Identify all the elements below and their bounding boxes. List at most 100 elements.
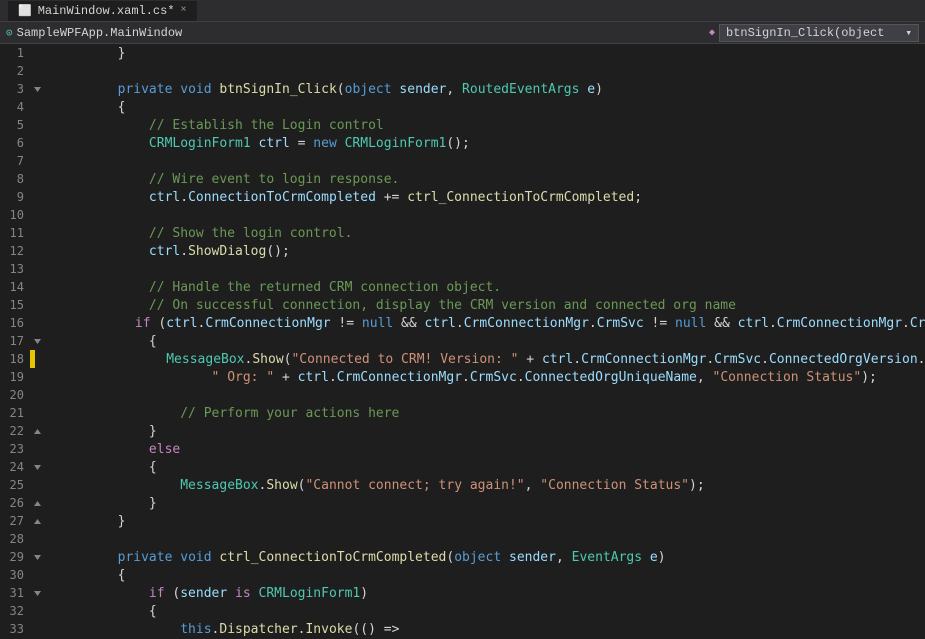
editor-line: 28 bbox=[0, 530, 925, 548]
code-token: ( bbox=[151, 316, 167, 331]
code-token bbox=[579, 82, 587, 97]
fold-icon[interactable] bbox=[30, 494, 44, 512]
tab-close-button[interactable]: × bbox=[181, 5, 187, 16]
fold-icon bbox=[30, 566, 44, 584]
editor-line: 29 private void ctrl_ConnectionToCrmComp… bbox=[0, 548, 925, 566]
code-text: private void ctrl_ConnectionToCrmComplet… bbox=[49, 548, 666, 566]
code-token: object bbox=[454, 550, 501, 565]
code-token: } bbox=[55, 46, 125, 61]
code-text: CRMLoginForm1 ctrl = new CRMLoginForm1()… bbox=[49, 134, 470, 152]
code-token: CRMLoginForm1 bbox=[259, 586, 361, 601]
code-token: ctrl_ConnectionToCrmCompleted bbox=[407, 190, 634, 205]
line-number: 3 bbox=[0, 80, 30, 98]
code-token: + bbox=[274, 370, 297, 385]
code-token: . bbox=[180, 244, 188, 259]
editor-line: 20 bbox=[0, 386, 925, 404]
code-text: } bbox=[49, 512, 125, 530]
code-token: ctrl bbox=[166, 316, 197, 331]
code-token: . bbox=[298, 622, 306, 637]
code-token: if bbox=[55, 586, 165, 601]
line-number: 2 bbox=[0, 62, 30, 80]
code-token: . bbox=[902, 316, 910, 331]
fold-icon[interactable] bbox=[30, 512, 44, 530]
code-text: // Show the login control. bbox=[49, 224, 352, 242]
editor-line: 19 " Org: " + ctrl.CrmConnectionMgr.CrmS… bbox=[0, 368, 925, 386]
line-number: 19 bbox=[0, 368, 30, 386]
fold-icon[interactable] bbox=[30, 458, 44, 476]
editor-line: 3 private void btnSignIn_Click(object se… bbox=[0, 80, 925, 98]
line-number: 5 bbox=[0, 116, 30, 134]
code-token: != bbox=[644, 316, 675, 331]
code-token: ctrl bbox=[542, 352, 573, 367]
editor-line: 11 // Show the login control. bbox=[0, 224, 925, 242]
editor-line: 2 bbox=[0, 62, 925, 80]
nav-breadcrumb-area: ⊙ SampleWPFApp.MainWindow bbox=[6, 26, 705, 40]
title-tab[interactable]: ⬜ MainWindow.xaml.cs* × bbox=[8, 1, 197, 21]
code-token: . bbox=[462, 370, 470, 385]
method-dropdown[interactable]: btnSignIn_Click(object ▾ bbox=[719, 24, 919, 42]
code-text: this.Dispatcher.Invoke(() => bbox=[49, 620, 399, 638]
code-token: ConnectedOrgUniqueName bbox=[525, 370, 697, 385]
code-text: // Perform your actions here bbox=[49, 404, 399, 422]
code-token: } bbox=[55, 424, 157, 439]
code-token: ( bbox=[446, 550, 454, 565]
code-text: { bbox=[49, 332, 157, 350]
code-token: + bbox=[518, 352, 541, 367]
fold-icon[interactable] bbox=[30, 584, 44, 602]
editor-line: 5 // Establish the Login control bbox=[0, 116, 925, 134]
code-text: if (sender is CRMLoginForm1) bbox=[49, 584, 368, 602]
fold-icon[interactable] bbox=[30, 332, 44, 350]
code-token: ( bbox=[337, 82, 345, 97]
code-token: this bbox=[180, 622, 211, 637]
dropdown-arrow-icon: ▾ bbox=[905, 26, 912, 40]
code-token: , bbox=[446, 82, 462, 97]
code-token: ( bbox=[165, 586, 181, 601]
code-text bbox=[49, 62, 55, 80]
code-token: "Connected to CRM! Version: " bbox=[291, 352, 518, 367]
line-number: 30 bbox=[0, 566, 30, 584]
code-token bbox=[55, 622, 180, 637]
code-token: . bbox=[517, 370, 525, 385]
title-bar: ⬜ MainWindow.xaml.cs* × bbox=[0, 0, 925, 22]
editor-line: 26 } bbox=[0, 494, 925, 512]
code-token: { bbox=[55, 460, 157, 475]
code-token: { bbox=[55, 334, 157, 349]
code-token: ) bbox=[360, 586, 368, 601]
code-token: private bbox=[118, 550, 173, 565]
code-token: CrmConnectionMgr bbox=[581, 352, 706, 367]
line-number: 27 bbox=[0, 512, 30, 530]
editor-line: 30 { bbox=[0, 566, 925, 584]
fold-icon bbox=[30, 296, 44, 314]
code-text bbox=[49, 152, 55, 170]
line-number: 32 bbox=[0, 602, 30, 620]
code-token: Show bbox=[266, 478, 297, 493]
code-token bbox=[212, 82, 220, 97]
code-text: MessageBox.Show("Connected to CRM! Versi… bbox=[35, 350, 925, 368]
line-number: 23 bbox=[0, 440, 30, 458]
fold-icon[interactable] bbox=[30, 422, 44, 440]
code-text bbox=[49, 530, 55, 548]
code-token: object bbox=[345, 82, 392, 97]
code-token: . bbox=[259, 478, 267, 493]
editor-line: 8 // Wire event to login response. bbox=[0, 170, 925, 188]
line-number: 14 bbox=[0, 278, 30, 296]
fold-icon[interactable] bbox=[30, 548, 44, 566]
code-token: CrmSvc bbox=[910, 316, 925, 331]
code-token: CrmSvc bbox=[714, 352, 761, 367]
line-number: 28 bbox=[0, 530, 30, 548]
code-text: // On successful connection, display the… bbox=[49, 296, 736, 314]
code-token: . bbox=[761, 352, 769, 367]
code-token bbox=[251, 136, 259, 151]
code-token: } bbox=[55, 496, 157, 511]
code-token: (); bbox=[446, 136, 469, 151]
fold-icon bbox=[30, 116, 44, 134]
nav-right-dropdown[interactable]: ◆ btnSignIn_Click(object ▾ bbox=[709, 24, 919, 42]
line-number: 10 bbox=[0, 206, 30, 224]
code-token: ) bbox=[595, 82, 603, 97]
code-token bbox=[392, 82, 400, 97]
code-token: MessageBox bbox=[180, 478, 258, 493]
code-token bbox=[642, 550, 650, 565]
code-area[interactable]: 1 }23 private void btnSignIn_Click(objec… bbox=[0, 44, 925, 639]
editor-line: 13 bbox=[0, 260, 925, 278]
fold-icon[interactable] bbox=[30, 80, 44, 98]
